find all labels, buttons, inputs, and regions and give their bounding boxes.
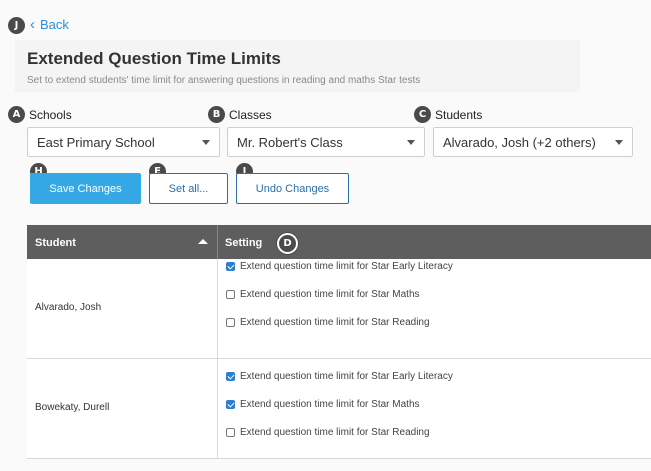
annotation-badge-a: A [8, 106, 25, 123]
option-star-early-literacy[interactable]: Extend question time limit for Star Earl… [226, 371, 453, 382]
column-divider [217, 225, 218, 259]
caret-down-icon [202, 140, 210, 145]
option-star-reading[interactable]: Extend question time limit for Star Read… [226, 427, 430, 438]
classes-value: Mr. Robert's Class [237, 134, 343, 150]
option-label: Extend question time limit for Star Read… [240, 317, 430, 328]
option-star-maths[interactable]: Extend question time limit for Star Math… [226, 399, 420, 410]
option-label: Extend question time limit for Star Math… [240, 289, 420, 300]
checkbox-checked[interactable] [226, 372, 235, 381]
student-name: Bowekaty, Durell [35, 402, 110, 413]
checkbox-checked[interactable] [226, 262, 235, 271]
annotation-badge-c: C [414, 106, 431, 123]
set-all-button[interactable]: Set all... [149, 173, 228, 204]
classes-label: Classes [229, 108, 272, 122]
checkbox-unchecked[interactable] [226, 428, 235, 437]
checkbox-unchecked[interactable] [226, 290, 235, 299]
table-row: Bowekaty, Durell Extend question time li… [27, 359, 651, 459]
chevron-left-icon: ‹ [30, 16, 35, 33]
column-divider [217, 259, 218, 358]
undo-changes-button[interactable]: Undo Changes [236, 173, 349, 204]
sort-ascending-icon[interactable] [198, 239, 208, 244]
caret-down-icon [615, 140, 623, 145]
caret-down-icon [407, 140, 415, 145]
back-link[interactable]: ‹ Back [30, 17, 69, 32]
checkbox-unchecked[interactable] [226, 318, 235, 327]
option-star-reading[interactable]: Extend question time limit for Star Read… [226, 317, 430, 328]
save-changes-button[interactable]: Save Changes [30, 173, 141, 204]
column-header-student[interactable]: Student [35, 237, 76, 249]
table-header: Student Setting D [27, 225, 651, 259]
students-select[interactable]: Alvarado, Josh (+2 others) [433, 127, 633, 157]
students-table: Student Setting D Alvarado, Josh Extend … [27, 225, 651, 459]
option-star-early-literacy[interactable]: Extend question time limit for Star Earl… [226, 261, 453, 272]
back-label: Back [40, 17, 69, 32]
column-divider [217, 359, 218, 458]
annotation-badge-j: J [8, 17, 25, 34]
option-label: Extend question time limit for Star Earl… [240, 371, 453, 382]
option-star-maths[interactable]: Extend question time limit for Star Math… [226, 289, 420, 300]
table-row: Alvarado, Josh Extend question time limi… [27, 259, 651, 359]
schools-value: East Primary School [37, 134, 155, 150]
column-header-setting: Setting [225, 237, 263, 249]
checkbox-checked[interactable] [226, 400, 235, 409]
students-value: Alvarado, Josh (+2 others) [443, 134, 596, 150]
page-title: Extended Question Time Limits [27, 49, 281, 68]
page-subtitle: Set to extend students' time limit for a… [27, 75, 421, 86]
annotation-badge-b: B [208, 106, 225, 123]
schools-label: Schools [29, 108, 72, 122]
schools-select[interactable]: East Primary School [27, 127, 220, 157]
student-name: Alvarado, Josh [35, 302, 102, 313]
annotation-badge-d: D [277, 233, 298, 254]
classes-select[interactable]: Mr. Robert's Class [227, 127, 425, 157]
option-label: Extend question time limit for Star Read… [240, 427, 430, 438]
option-label: Extend question time limit for Star Earl… [240, 261, 453, 272]
option-label: Extend question time limit for Star Math… [240, 399, 420, 410]
students-label: Students [435, 108, 483, 122]
